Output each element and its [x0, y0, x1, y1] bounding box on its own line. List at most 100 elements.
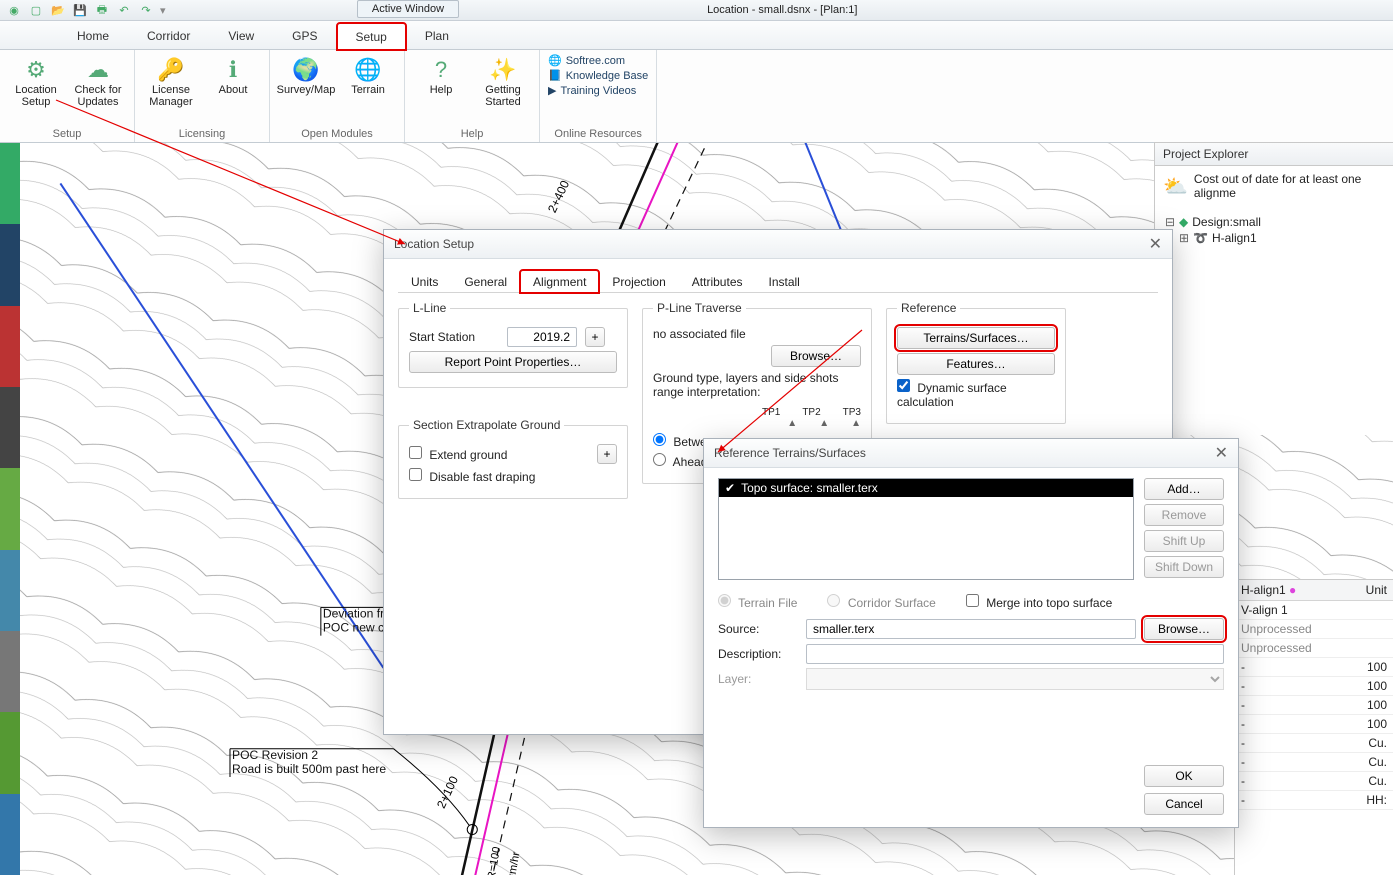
tree-halign-node[interactable]: ⊞ ➰ H-align1: [1165, 230, 1383, 246]
app-menu-button[interactable]: ◉: [6, 2, 22, 18]
tab-corridor[interactable]: Corridor: [128, 22, 209, 49]
ribbon-tabs: Home Corridor View GPS Setup Plan: [0, 21, 1393, 50]
description-label: Description:: [718, 647, 798, 661]
book-icon: 📘: [548, 69, 562, 82]
no-associated-file-label: no associated file: [653, 327, 861, 341]
check-updates-button[interactable]: ☁ Check for Updates: [70, 54, 126, 108]
about-button[interactable]: ℹ About: [205, 54, 261, 108]
remove-button[interactable]: Remove: [1144, 504, 1224, 526]
tree-design-node[interactable]: ⊟ ◆ Design:small: [1165, 214, 1383, 230]
surfaces-list[interactable]: ✔ Topo surface: smaller.terx: [718, 478, 1134, 580]
window-title: Location - small.dsnx - [Plan:1]: [172, 4, 1393, 16]
check-icon: ✔: [725, 481, 735, 495]
source-input[interactable]: [806, 619, 1136, 639]
info-icon: ℹ: [219, 56, 247, 84]
tab-plan[interactable]: Plan: [406, 22, 468, 49]
shift-down-button[interactable]: Shift Down: [1144, 556, 1224, 578]
report-point-properties-button[interactable]: Report Point Properties…: [409, 351, 617, 373]
left-tool-strip[interactable]: [0, 143, 20, 875]
training-videos-link[interactable]: ▶Training Videos: [548, 84, 648, 97]
help-button[interactable]: ? Help: [413, 54, 469, 108]
tab-general[interactable]: General: [451, 270, 520, 293]
tab-projection[interactable]: Projection: [599, 270, 678, 293]
add-button[interactable]: Add…: [1144, 478, 1224, 500]
ribbon-group-label: Open Modules: [301, 126, 373, 140]
new-icon[interactable]: ▢: [28, 2, 44, 18]
undo-icon[interactable]: ↶: [116, 2, 132, 18]
globe-icon: 🌍: [292, 56, 320, 84]
list-item[interactable]: ✔ Topo surface: smaller.terx: [719, 479, 1133, 497]
description-input[interactable]: [806, 644, 1224, 664]
ribbon-group-online: 🌐Softree.com 📘Knowledge Base ▶Training V…: [540, 50, 657, 142]
start-station-stepper[interactable]: +: [585, 327, 605, 347]
source-label: Source:: [718, 622, 798, 636]
softree-link[interactable]: 🌐Softree.com: [548, 54, 648, 67]
tab-view[interactable]: View: [209, 22, 273, 49]
cloud-download-icon: ☁: [84, 56, 112, 84]
save-icon[interactable]: 💾: [72, 2, 88, 18]
dialog-title: Reference Terrains/Surfaces: [714, 446, 866, 460]
ribbon-group-open-modules: 🌍 Survey/Map 🌐 Terrain Open Modules: [270, 50, 405, 142]
pline-browse-button[interactable]: Browse…: [771, 345, 861, 367]
start-station-input[interactable]: [507, 327, 577, 347]
ribbon-group-label: Licensing: [179, 126, 225, 140]
disable-fast-draping-checkbox[interactable]: Disable fast draping: [409, 468, 535, 484]
ok-button[interactable]: OK: [1144, 765, 1224, 787]
terrain-button[interactable]: 🌐 Terrain: [340, 54, 396, 96]
extend-ground-options[interactable]: +: [597, 444, 617, 464]
ribbon-group-label: Help: [461, 126, 484, 140]
start-station-label: Start Station: [409, 330, 499, 344]
section-extrapolate-group: Section Extrapolate Ground Extend ground…: [398, 418, 628, 499]
terrain-icon: 🌐: [354, 56, 382, 84]
layer-label: Layer:: [718, 672, 798, 686]
reference-group: Reference Terrains/Surfaces… Features… D…: [886, 301, 1066, 424]
terrains-surfaces-button[interactable]: Terrains/Surfaces…: [897, 327, 1055, 349]
globe-icon: 🌐: [548, 54, 562, 67]
tab-setup[interactable]: Setup: [337, 23, 406, 50]
features-button[interactable]: Features…: [897, 353, 1055, 375]
shift-up-button[interactable]: Shift Up: [1144, 530, 1224, 552]
quick-access-bar: ◉ ▢ 📂 💾 🖶 ↶ ↷ ▾ Active Window Location -…: [0, 0, 1393, 21]
dialog-title: Location Setup: [394, 237, 474, 251]
gear-icon: ⚙: [22, 56, 50, 84]
redo-icon[interactable]: ↷: [138, 2, 154, 18]
location-setup-button[interactable]: ⚙ Location Setup: [8, 54, 64, 108]
tab-home[interactable]: Home: [58, 22, 128, 49]
ribbon-group-setup: ⚙ Location Setup ☁ Check for Updates Set…: [0, 50, 135, 142]
corridor-surface-radio[interactable]: Corridor Surface: [827, 594, 935, 610]
layer-select[interactable]: [806, 668, 1224, 690]
knowledge-base-link[interactable]: 📘Knowledge Base: [548, 69, 648, 82]
weather-icon: ⛅: [1163, 174, 1188, 199]
tab-gps[interactable]: GPS: [273, 22, 336, 49]
ribbon-group-label: Setup: [53, 126, 82, 140]
ribbon-group-label: Online Resources: [554, 126, 641, 140]
location-setup-tabs: Units General Alignment Projection Attri…: [398, 269, 1158, 293]
tab-install[interactable]: Install: [756, 270, 813, 293]
close-icon[interactable]: ✕: [1149, 234, 1162, 254]
curve-icon: ➰: [1193, 231, 1208, 245]
cost-warning: ⛅ Cost out of date for at least one alig…: [1155, 166, 1393, 206]
tab-alignment[interactable]: Alignment: [520, 270, 599, 293]
merge-checkbox[interactable]: Merge into topo surface: [966, 594, 1112, 610]
getting-started-button[interactable]: ✨ Getting Started: [475, 54, 531, 108]
wand-icon: ✨: [489, 56, 517, 84]
print-icon[interactable]: 🖶: [94, 2, 110, 18]
open-icon[interactable]: 📂: [50, 2, 66, 18]
lline-group: L-Line Start Station + Report Point Prop…: [398, 301, 628, 388]
license-manager-button[interactable]: 🔑 License Manager: [143, 54, 199, 108]
ahead-radio[interactable]: Ahead: [653, 453, 707, 469]
tab-attributes[interactable]: Attributes: [679, 270, 756, 293]
help-icon: ?: [427, 56, 455, 84]
close-icon[interactable]: ✕: [1215, 443, 1228, 463]
dynamic-surface-checkbox[interactable]: Dynamic surface calculation: [897, 379, 1055, 409]
halign-header: H-align1 ●: [1235, 580, 1339, 600]
survey-map-button[interactable]: 🌍 Survey/Map: [278, 54, 334, 96]
key-icon: 🔑: [157, 56, 185, 84]
cancel-button[interactable]: Cancel: [1144, 793, 1224, 815]
tab-units[interactable]: Units: [398, 270, 451, 293]
active-window-dropdown[interactable]: Active Window: [357, 0, 459, 18]
source-browse-button[interactable]: Browse…: [1144, 618, 1224, 640]
ribbon-group-help: ? Help ✨ Getting Started Help: [405, 50, 540, 142]
terrain-file-radio[interactable]: Terrain File: [718, 594, 797, 610]
extend-ground-checkbox[interactable]: Extend ground: [409, 446, 507, 462]
